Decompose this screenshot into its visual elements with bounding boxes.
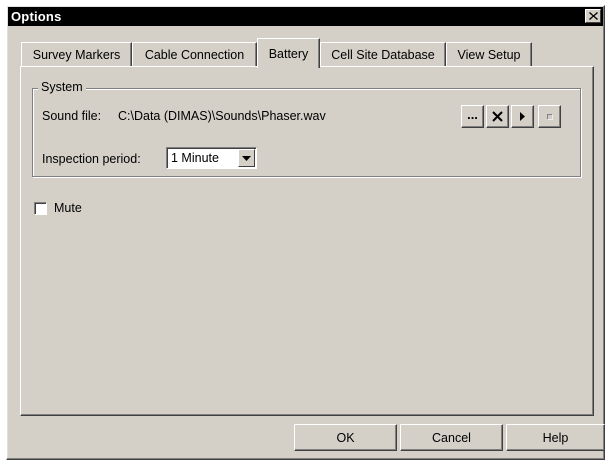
sound-file-label: Sound file: xyxy=(42,109,102,123)
tab-view-setup[interactable]: View Setup xyxy=(446,42,532,66)
help-button[interactable]: Help xyxy=(506,424,605,451)
tab-label: Cell Site Database xyxy=(331,47,435,62)
sound-file-path: C:\Data (DIMAS)\Sounds\Phaser.wav xyxy=(118,109,326,123)
tab-label: Survey Markers xyxy=(32,47,121,62)
tab-label: Cable Connection xyxy=(144,47,245,62)
inspection-period-value: 1 Minute xyxy=(171,151,219,165)
ok-button[interactable]: OK xyxy=(294,424,397,451)
window-title: Options xyxy=(11,9,62,24)
title-bar: Options xyxy=(8,7,603,26)
close-icon xyxy=(588,12,598,20)
tab-cell-site-database[interactable]: Cell Site Database xyxy=(320,42,446,66)
stop-button[interactable] xyxy=(538,105,561,128)
close-button[interactable] xyxy=(585,9,601,23)
cancel-label: Cancel xyxy=(432,430,471,445)
x-icon xyxy=(492,111,503,122)
system-group-label: System xyxy=(38,80,86,94)
tab-cable-connection[interactable]: Cable Connection xyxy=(132,42,257,66)
play-button[interactable] xyxy=(511,105,534,128)
play-icon xyxy=(520,112,525,121)
tab-battery[interactable]: Battery xyxy=(257,38,320,68)
mute-checkbox[interactable] xyxy=(34,202,47,215)
inspection-period-label: Inspection period: xyxy=(42,152,141,166)
mute-label: Mute xyxy=(54,201,82,215)
browse-label: ... xyxy=(467,106,478,122)
dropdown-button[interactable] xyxy=(238,149,255,167)
cancel-button[interactable]: Cancel xyxy=(400,424,503,451)
browse-button[interactable]: ... xyxy=(461,105,484,128)
ok-label: OK xyxy=(336,430,355,445)
clear-sound-button[interactable] xyxy=(486,105,509,128)
inspection-period-select[interactable]: 1 Minute xyxy=(166,147,257,169)
tab-survey-markers[interactable]: Survey Markers xyxy=(21,42,132,66)
stop-icon xyxy=(546,113,553,120)
tab-label: View Setup xyxy=(457,47,521,62)
help-label: Help xyxy=(542,430,569,445)
tab-label: Battery xyxy=(268,46,309,61)
chevron-down-icon xyxy=(242,155,251,161)
